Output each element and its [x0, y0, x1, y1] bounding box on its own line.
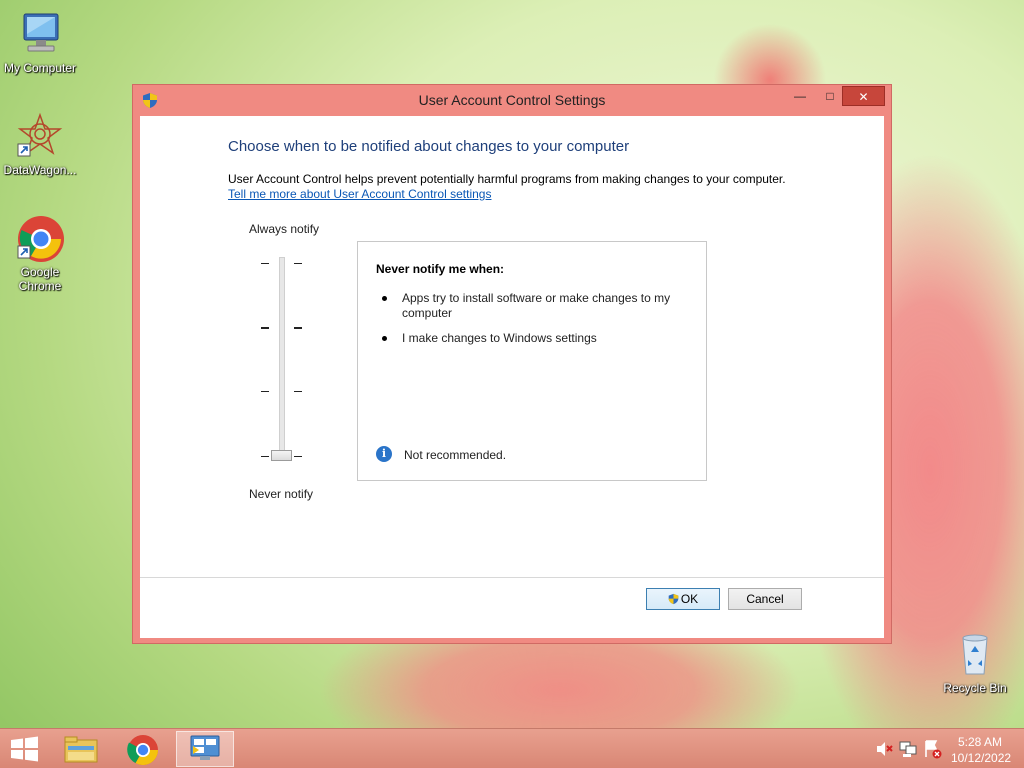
slider-tick — [261, 263, 269, 264]
level-description-list: Apps try to install software or make cha… — [376, 291, 686, 356]
desktop-icon-my-computer[interactable]: My Computer — [0, 10, 80, 75]
window-title: User Account Control Settings — [418, 92, 606, 108]
slider-tick — [294, 456, 302, 457]
taskbar: 5:28 AM 10/12/2022 — [0, 728, 1024, 768]
datawagon-icon — [16, 112, 64, 160]
recycle-bin-icon — [951, 630, 999, 678]
bullet-icon — [382, 296, 387, 301]
learn-more-link[interactable]: Tell me more about User Account Control … — [228, 187, 491, 201]
desktop-icon-datawagon[interactable]: DataWagon... — [0, 112, 80, 177]
action-center-icon[interactable] — [922, 729, 944, 768]
computer-icon — [16, 10, 64, 58]
uac-settings-icon — [190, 735, 220, 760]
maximize-button[interactable]: □ — [815, 86, 845, 106]
list-item-text: Apps try to install software or make cha… — [402, 291, 671, 320]
slider-tick — [261, 456, 269, 457]
page-heading: Choose when to be notified about changes… — [228, 138, 630, 155]
uac-settings-window: User Account Control Settings — □ ✕ Choo… — [132, 84, 892, 644]
system-tray — [870, 729, 950, 768]
slider-bottom-label: Never notify — [249, 487, 314, 501]
desktop-icon-label: Recycle Bin — [943, 681, 1007, 695]
slider-tick — [294, 263, 302, 264]
bullet-icon — [382, 336, 387, 341]
slider-tick — [294, 327, 302, 329]
window-content: Choose when to be notified about changes… — [140, 116, 884, 638]
uac-shield-icon — [668, 591, 679, 605]
desktop-icon-chrome[interactable]: Google Chrome — [0, 214, 80, 293]
description-text: User Account Control helps prevent poten… — [228, 172, 786, 186]
recommendation-note: Not recommended. — [404, 448, 507, 462]
start-button[interactable] — [0, 731, 58, 767]
slider-track[interactable] — [279, 257, 285, 460]
desktop-icon-label: Google Chrome — [18, 265, 62, 293]
start-icon — [11, 736, 38, 762]
taskbar-file-explorer[interactable] — [52, 731, 110, 767]
info-icon: i — [376, 446, 392, 462]
title-bar[interactable]: User Account Control Settings — □ ✕ — [133, 85, 891, 116]
network-icon[interactable] — [897, 729, 919, 768]
desktop-icon-label: My Computer — [3, 61, 77, 75]
slider-tick — [261, 327, 269, 329]
close-button[interactable]: ✕ — [842, 86, 885, 106]
volume-muted-icon[interactable] — [874, 729, 894, 768]
ok-button[interactable]: OK — [646, 588, 720, 610]
chrome-icon — [16, 214, 64, 262]
slider-top-label: Always notify — [249, 222, 320, 236]
desktop-icon-label: DataWagon... — [3, 163, 77, 177]
clock-date[interactable]: 10/12/2022 — [951, 751, 1011, 765]
list-item: I make changes to Windows settings — [376, 331, 686, 346]
clock-time[interactable]: 5:28 AM — [958, 735, 1002, 749]
desktop-icon-recycle-bin[interactable]: Recycle Bin — [935, 630, 1015, 695]
ok-button-label: OK — [680, 592, 699, 606]
level-description-title: Never notify me when: — [376, 262, 505, 276]
file-explorer-icon — [64, 736, 98, 763]
slider-tick — [294, 391, 302, 392]
list-item: Apps try to install software or make cha… — [376, 291, 686, 321]
minimize-button[interactable]: — — [785, 86, 815, 106]
list-item-text: I make changes to Windows settings — [402, 331, 597, 345]
footer-divider — [140, 577, 884, 578]
cancel-button[interactable]: Cancel — [728, 588, 802, 610]
taskbar-chrome[interactable] — [114, 731, 172, 767]
slider-tick — [261, 391, 269, 392]
level-description-box: Never notify me when: Apps try to instal… — [357, 241, 707, 481]
taskbar-uac-settings[interactable] — [176, 731, 234, 767]
slider-thumb[interactable] — [271, 450, 292, 461]
chrome-icon — [127, 735, 158, 766]
